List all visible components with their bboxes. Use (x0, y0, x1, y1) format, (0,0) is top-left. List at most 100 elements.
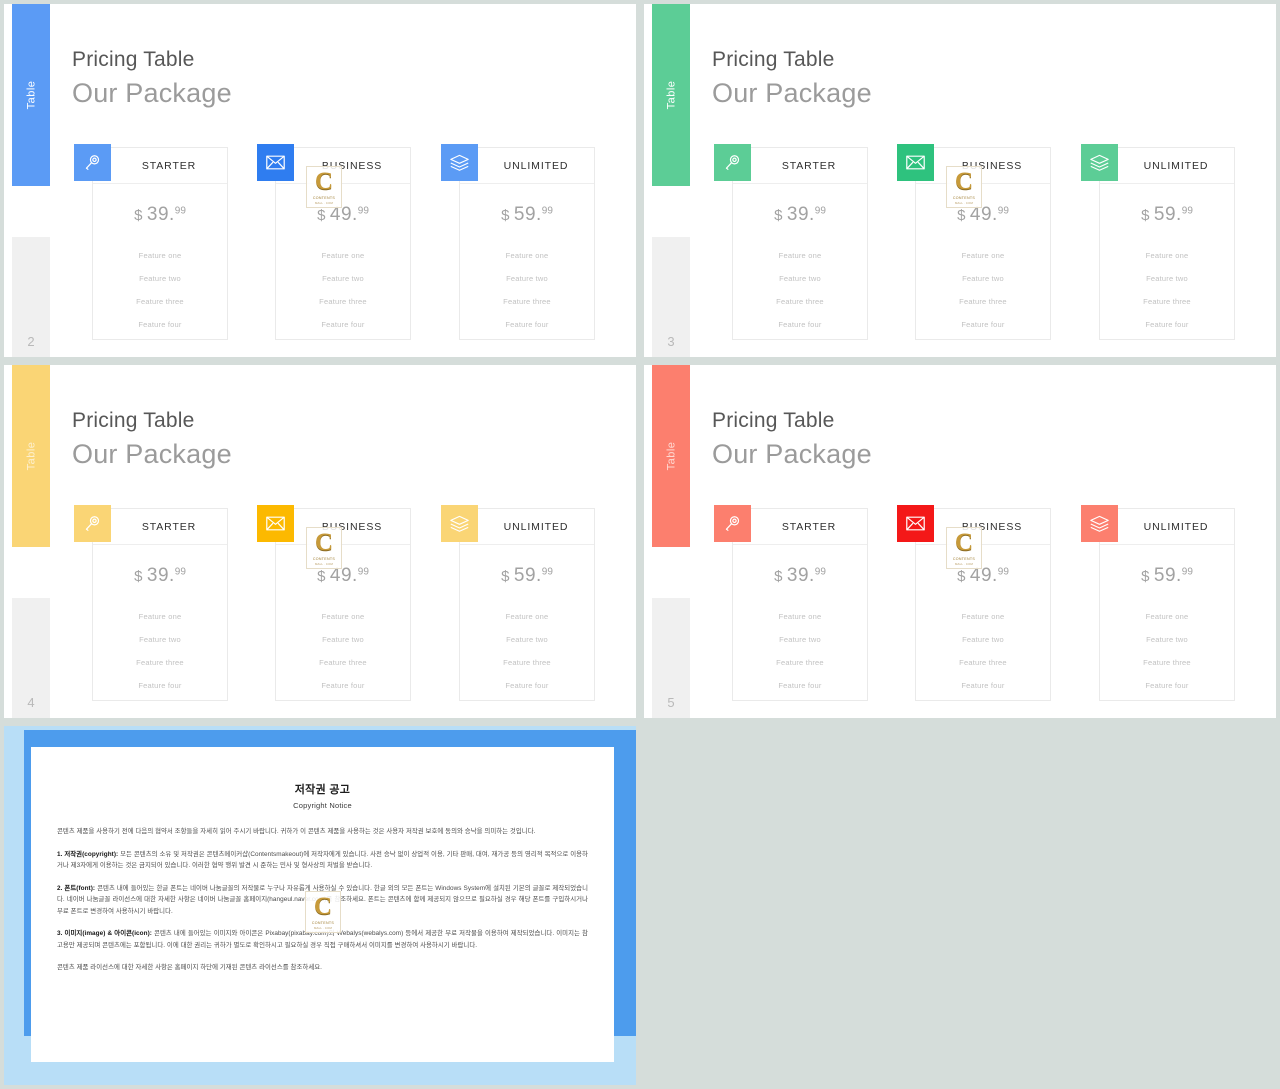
pricing-card-business[interactable]: BUSINESS $ 49.99 Feature one Feature two Fea… (257, 505, 411, 701)
pricing-card-feature-list: Feature one Feature two Feature three Featu… (276, 244, 410, 336)
slide-number-block: 5 (652, 598, 690, 718)
slide-headline: Our Package (72, 78, 232, 108)
pricing-card-business[interactable]: BUSINESS $ 49.99 Feature one Feature two Fea… (257, 144, 411, 340)
pricing-feature-item: Feature one (961, 251, 1005, 260)
pricing-card-unlimited[interactable]: UNLIMITED $ 59.99 Feature one Feature two Fe… (1081, 144, 1235, 340)
slide-section-tab: Table (652, 4, 690, 186)
pricing-card-feature-list: Feature one Feature two Feature three Featu… (276, 605, 410, 697)
price-currency: $ (501, 207, 510, 224)
pricing-feature-item: Feature three (959, 297, 1007, 306)
slide-thumbnail-4[interactable]: Table 4 Pricing Table Our Package STARTER $ 3… (4, 365, 636, 718)
pricing-feature-item: Feature four (778, 320, 822, 329)
pricing-card-price: $ 39.99 (93, 565, 227, 587)
copyright-intro-paragraph: 콘텐츠 제품을 사용하기 전에 다음의 협약서 조항들을 자세히 읽어 주시기 … (57, 828, 536, 835)
watermark-letter: C (313, 892, 333, 920)
watermark-letter: C (954, 528, 974, 556)
pricing-feature-item: Feature one (138, 251, 182, 260)
pricing-card-price: $ 59.99 (460, 204, 594, 226)
pricing-card-feature-list: Feature one Feature two Feature three Featu… (460, 605, 594, 697)
envelope-icon (257, 144, 294, 181)
pricing-feature-item: Feature two (1146, 274, 1188, 283)
contents-mall-watermark: C CONTENTS MALL . COM (305, 891, 341, 933)
pricing-feature-item: Feature three (776, 297, 824, 306)
pricing-card-starter[interactable]: STARTER $ 39.99 Feature one Feature two Feat… (74, 505, 228, 701)
magnifier-icon (74, 505, 111, 542)
price-cents: 99 (357, 205, 369, 217)
pricing-card-header: STARTER (74, 144, 227, 184)
pricing-card-row: STARTER $ 39.99 Feature one Feature two Feat… (72, 144, 617, 343)
price-currency: $ (317, 207, 326, 224)
slide-thumbnail-2[interactable]: Table 2 Pricing Table Our Package STARTER $ 3… (4, 4, 636, 357)
pricing-feature-item: Feature two (506, 274, 548, 283)
pricing-feature-item: Feature one (321, 251, 365, 260)
pricing-card-business[interactable]: BUSINESS $ 49.99 Feature one Feature two Fea… (897, 505, 1051, 701)
pricing-card-title: UNLIMITED (503, 520, 569, 533)
pricing-feature-item: Feature four (321, 320, 365, 329)
pricing-card-header: STARTER (714, 144, 867, 184)
pricing-feature-item: Feature four (505, 320, 549, 329)
slide-kicker: Pricing Table (72, 48, 195, 71)
pricing-card-starter[interactable]: STARTER $ 39.99 Feature one Feature two Feat… (74, 144, 228, 340)
pricing-card-starter[interactable]: STARTER $ 39.99 Feature one Feature two Feat… (714, 505, 868, 701)
pricing-feature-item: Feature four (778, 681, 822, 690)
price-amount: 39. (146, 565, 175, 586)
slide-section-tab-label: Table (664, 441, 677, 471)
price-currency: $ (957, 568, 966, 585)
contents-mall-watermark: C CONTENTS MALL . COM (306, 166, 342, 208)
copyright-closing-paragraph: 콘텐츠 제품 라이선스에 대한 자세한 사항은 홈페이지 하단에 기재된 콘텐츠… (57, 964, 323, 971)
slide-section-tab-label: Table (24, 441, 37, 471)
price-cents: 99 (997, 566, 1009, 578)
price-currency: $ (501, 568, 510, 585)
pricing-card-header: STARTER (714, 505, 867, 545)
contents-mall-watermark: C CONTENTS MALL . COM (946, 166, 982, 208)
slide-thumbnail-3[interactable]: Table 3 Pricing Table Our Package STARTER $ 3… (644, 4, 1276, 357)
price-cents: 99 (814, 566, 826, 578)
pricing-card-title: STARTER (141, 159, 197, 172)
pricing-feature-item: Feature one (1145, 612, 1189, 621)
copyright-title: 저작권 공고 (294, 784, 351, 796)
pricing-card-feature-list: Feature one Feature two Feature three Featu… (1100, 605, 1234, 697)
pricing-card-feature-list: Feature one Feature two Feature three Featu… (916, 244, 1050, 336)
pricing-card-price: $ 49.99 (276, 204, 410, 226)
pricing-card-feature-list: Feature one Feature two Feature three Featu… (916, 605, 1050, 697)
slide-number-block: 3 (652, 237, 690, 357)
pricing-feature-item: Feature one (961, 612, 1005, 621)
pricing-card-unlimited[interactable]: UNLIMITED $ 59.99 Feature one Feature two Fe… (1081, 505, 1235, 701)
layers-icon (441, 505, 478, 542)
envelope-icon (897, 144, 934, 181)
pricing-feature-item: Feature one (778, 612, 822, 621)
slide-number-block: 4 (12, 598, 50, 718)
pricing-feature-item: Feature two (779, 635, 821, 644)
pricing-feature-item: Feature four (138, 320, 182, 329)
slide-kicker: Pricing Table (712, 48, 835, 71)
pricing-card-unlimited[interactable]: UNLIMITED $ 59.99 Feature one Feature two Fe… (441, 505, 595, 701)
pricing-card-business[interactable]: BUSINESS $ 49.99 Feature one Feature two Fea… (897, 144, 1051, 340)
pricing-feature-item: Feature three (136, 297, 184, 306)
contents-mall-watermark: C CONTENTS MALL . COM (946, 527, 982, 569)
pricing-feature-item: Feature four (321, 681, 365, 690)
price-amount: 39. (786, 565, 815, 586)
pricing-card-price: $ 49.99 (276, 565, 410, 587)
pricing-feature-item: Feature two (139, 274, 181, 283)
pricing-card-feature-list: Feature one Feature two Feature three Featu… (93, 605, 227, 697)
pricing-feature-item: Feature one (505, 612, 549, 621)
slide-thumbnail-5[interactable]: Table 5 Pricing Table Our Package STARTER $ 3… (644, 365, 1276, 718)
pricing-card-price: $ 59.99 (1100, 565, 1234, 587)
price-cents: 99 (997, 205, 1009, 217)
watermark-line-1: CONTENTS (952, 556, 976, 561)
watermark-line-2: MALL . COM (314, 561, 334, 566)
pricing-feature-item: Feature two (962, 635, 1004, 644)
magnifier-icon (74, 144, 111, 181)
copyright-section-1-text: 모든 콘텐츠의 소유 및 저작권은 콘텐츠메이커샵(Contentsmakeou… (57, 850, 588, 870)
pricing-card-starter[interactable]: STARTER $ 39.99 Feature one Feature two Feat… (714, 144, 868, 340)
pricing-feature-item: Feature three (776, 658, 824, 667)
pricing-feature-item: Feature three (1143, 658, 1191, 667)
watermark-line-2: MALL . COM (954, 561, 974, 566)
pricing-card-price: $ 39.99 (733, 565, 867, 587)
slide-headline: Our Package (712, 78, 872, 108)
price-amount: 39. (146, 204, 175, 225)
price-currency: $ (774, 568, 783, 585)
slide-section-tab: Table (652, 365, 690, 547)
pricing-feature-item: Feature one (505, 251, 549, 260)
pricing-card-unlimited[interactable]: UNLIMITED $ 59.99 Feature one Feature two Fe… (441, 144, 595, 340)
